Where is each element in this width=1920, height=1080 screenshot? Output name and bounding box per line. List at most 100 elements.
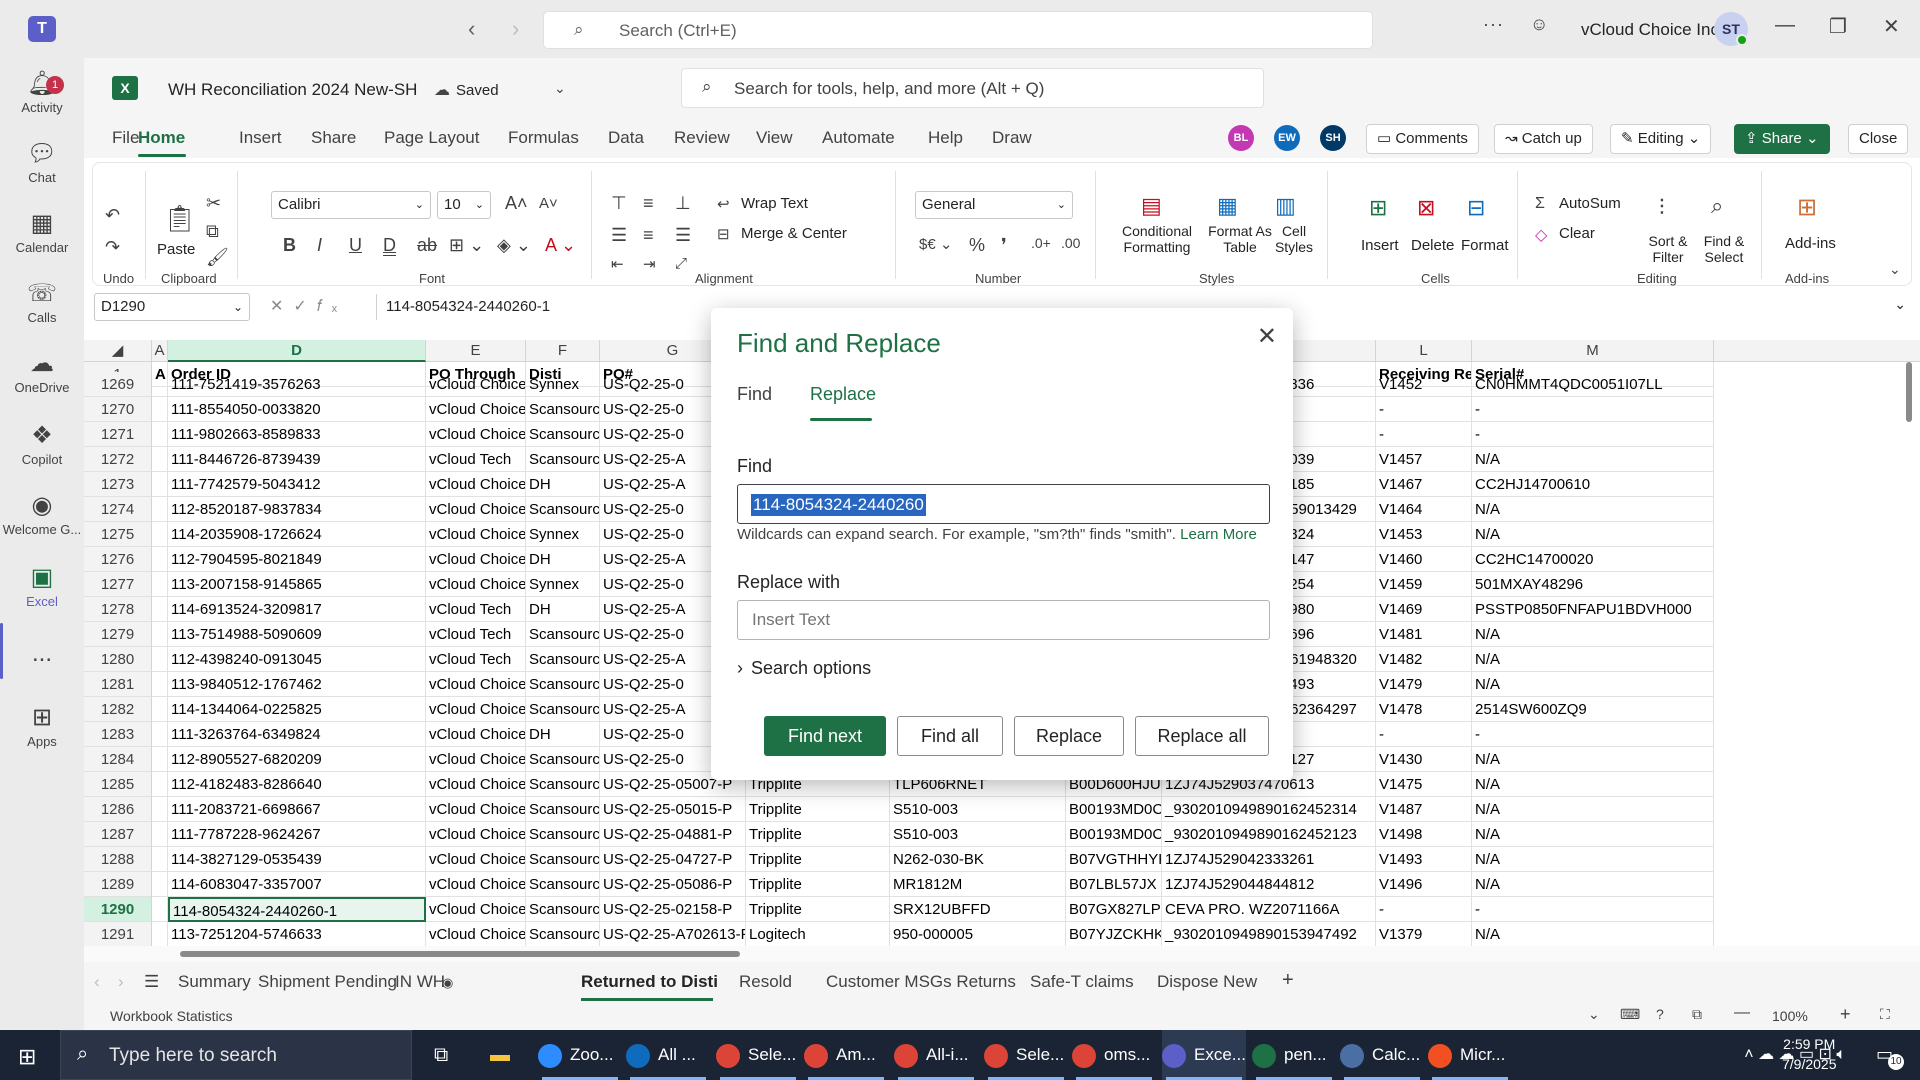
table-cell[interactable]: B07LBL57JX [1066,872,1162,897]
tab-find[interactable]: Find [737,384,772,405]
conditional-formatting-button[interactable]: Conditional Formatting [1111,223,1203,255]
column-header[interactable]: M [1472,340,1714,362]
format-painter-icon[interactable]: 🖌︎ [206,247,229,268]
taskbar-app-excel[interactable]: pen... [1252,1030,1336,1080]
sheet-tab-customer-msgs-returns[interactable]: Customer MSGs Returns [826,972,1016,992]
table-cell[interactable]: vCloud Choice [426,572,526,597]
table-cell[interactable]: 111-3263764-6349824 [168,722,426,747]
table-cell[interactable]: V1459 [1376,572,1472,597]
row-header[interactable]: 1283 [84,722,152,747]
tool-search-bar[interactable]: ⌕ Search for tools, help, and more (Alt … [681,68,1264,108]
row-header[interactable]: 1270 [84,397,152,422]
table-cell[interactable]: V1475 [1376,772,1472,797]
table-cell[interactable]: V1478 [1376,697,1472,722]
table-cell[interactable]: - [1376,722,1472,747]
table-cell[interactable]: - [1472,897,1714,922]
table-cell[interactable]: Scansource [526,447,600,472]
row-header[interactable]: 1285 [84,772,152,797]
table-cell[interactable]: Tripplite [746,847,890,872]
table-cell[interactable]: 112-7904595-8021849 [168,547,426,572]
next-sheet-icon[interactable]: › [118,972,124,992]
autosum-button[interactable]: AutoSum [1559,195,1621,212]
row-header[interactable]: 1271 [84,422,152,447]
table-cell[interactable]: B07GX827LP [1066,897,1162,922]
table-cell[interactable]: V1479 [1376,672,1472,697]
task-view-icon[interactable]: ⧉ [434,1030,448,1080]
table-cell[interactable]: vCloud Tech [426,622,526,647]
tab-formulas[interactable]: Formulas [508,128,579,148]
more-options-icon[interactable]: ··· [1483,14,1504,35]
table-cell[interactable]: DH [526,722,600,747]
sheet-tab-returned-to-disti[interactable]: Returned to Disti [581,972,718,992]
sort-filter-button[interactable]: Sort & Filter [1643,233,1693,265]
table-cell[interactable]: vCloud Choice [426,672,526,697]
view-icon[interactable]: ⧉ [1692,1006,1702,1023]
table-cell[interactable]: US-Q2-25-05015-P [600,797,746,822]
table-cell[interactable]: 114-6913524-3209817 [168,597,426,622]
table-cell[interactable]: vCloud Choice [426,797,526,822]
table-cell[interactable]: 114-3827129-0535439 [168,847,426,872]
zoom-level[interactable]: 100% [1772,1008,1808,1024]
table-cell[interactable] [152,672,168,697]
table-cell[interactable]: vCloud Choice [426,472,526,497]
table-cell[interactable]: 111-2083721-6698667 [168,797,426,822]
sheet-tab-in-wh[interactable]: IN WH [395,972,445,992]
fill-color-icon[interactable]: ◈ ⌄ [497,235,531,256]
table-cell[interactable]: - [1376,422,1472,447]
table-cell[interactable]: vCloud Choice [426,547,526,572]
sheet-tab-safe-t-claims[interactable]: Safe-T claims [1030,972,1134,992]
table-cell[interactable]: 501MXAY48296 [1472,572,1714,597]
table-cell[interactable]: vCloud Choice [426,522,526,547]
collaborator-avatar[interactable]: BL [1228,125,1254,151]
help-icon[interactable]: ? [1656,1006,1664,1022]
table-cell[interactable]: 111-8554050-0033820 [168,397,426,422]
tab-page-layout[interactable]: Page Layout [384,128,479,148]
table-cell[interactable] [152,522,168,547]
table-cell[interactable]: N/A [1472,647,1714,672]
table-cell[interactable]: 2514SW600ZQ9 [1472,697,1714,722]
orientation-icon[interactable]: ⤢ [675,255,687,272]
table-cell[interactable]: _9302010949890162452314 [1162,797,1376,822]
table-cell[interactable]: V1481 [1376,622,1472,647]
table-cell[interactable]: V1453 [1376,522,1472,547]
tab-data[interactable]: Data [608,128,644,148]
teams-search-bar[interactable]: ⌕ Search (Ctrl+E) [543,11,1373,49]
table-cell[interactable]: vCloud Choice [426,697,526,722]
table-cell[interactable] [152,922,168,946]
tab-share[interactable]: Share [311,128,356,148]
table-cell[interactable]: Scansource [526,622,600,647]
teams-logo-icon[interactable]: T [28,16,56,42]
column-header[interactable]: A [152,340,168,362]
collapse-ribbon-icon[interactable]: ⌄ [1889,261,1901,278]
formula-controls[interactable]: ✕✓𝑓ₓ [270,296,347,316]
table-cell[interactable]: DH [526,597,600,622]
table-cell[interactable]: - [1472,722,1714,747]
currency-icon[interactable]: $€ ⌄ [919,235,952,253]
vertical-scrollbar[interactable] [1904,340,1914,946]
table-cell[interactable] [152,647,168,672]
row-header[interactable]: 1273 [84,472,152,497]
tab-home[interactable]: Home [138,128,185,148]
align-middle-icon[interactable]: ≡ [643,193,654,214]
find-next-button[interactable]: Find next [764,716,886,756]
undo-icon[interactable]: ↶ [105,205,120,226]
workbook-title[interactable]: WH Reconciliation 2024 New-SH [168,80,417,100]
table-cell[interactable]: 112-4182483-8286640 [168,772,426,797]
table-cell[interactable]: Scansource [526,847,600,872]
taskbar-app-chrome[interactable]: Sele... [716,1030,800,1080]
table-cell[interactable]: Tripplite [746,822,890,847]
table-cell[interactable]: V1379 [1376,922,1472,946]
table-cell[interactable]: 111-9802663-8589833 [168,422,426,447]
tab-automate[interactable]: Automate [822,128,895,148]
increase-font-icon[interactable]: A˄ [505,193,528,214]
table-cell[interactable]: vCloud Choice [426,747,526,772]
table-cell[interactable]: Scansource [526,797,600,822]
table-cell[interactable]: V1482 [1376,647,1472,672]
comments-button[interactable]: ▭ Comments [1366,124,1479,154]
org-name[interactable]: vCloud Choice Inc. [1581,20,1724,40]
catch-up-button[interactable]: ↝ Catch up [1494,124,1593,154]
table-cell[interactable] [152,847,168,872]
table-cell[interactable]: vCloud Choice [426,922,526,946]
formula-input[interactable]: 114-8054324-2440260-1 [386,298,550,315]
table-cell[interactable]: 112-4398240-0913045 [168,647,426,672]
